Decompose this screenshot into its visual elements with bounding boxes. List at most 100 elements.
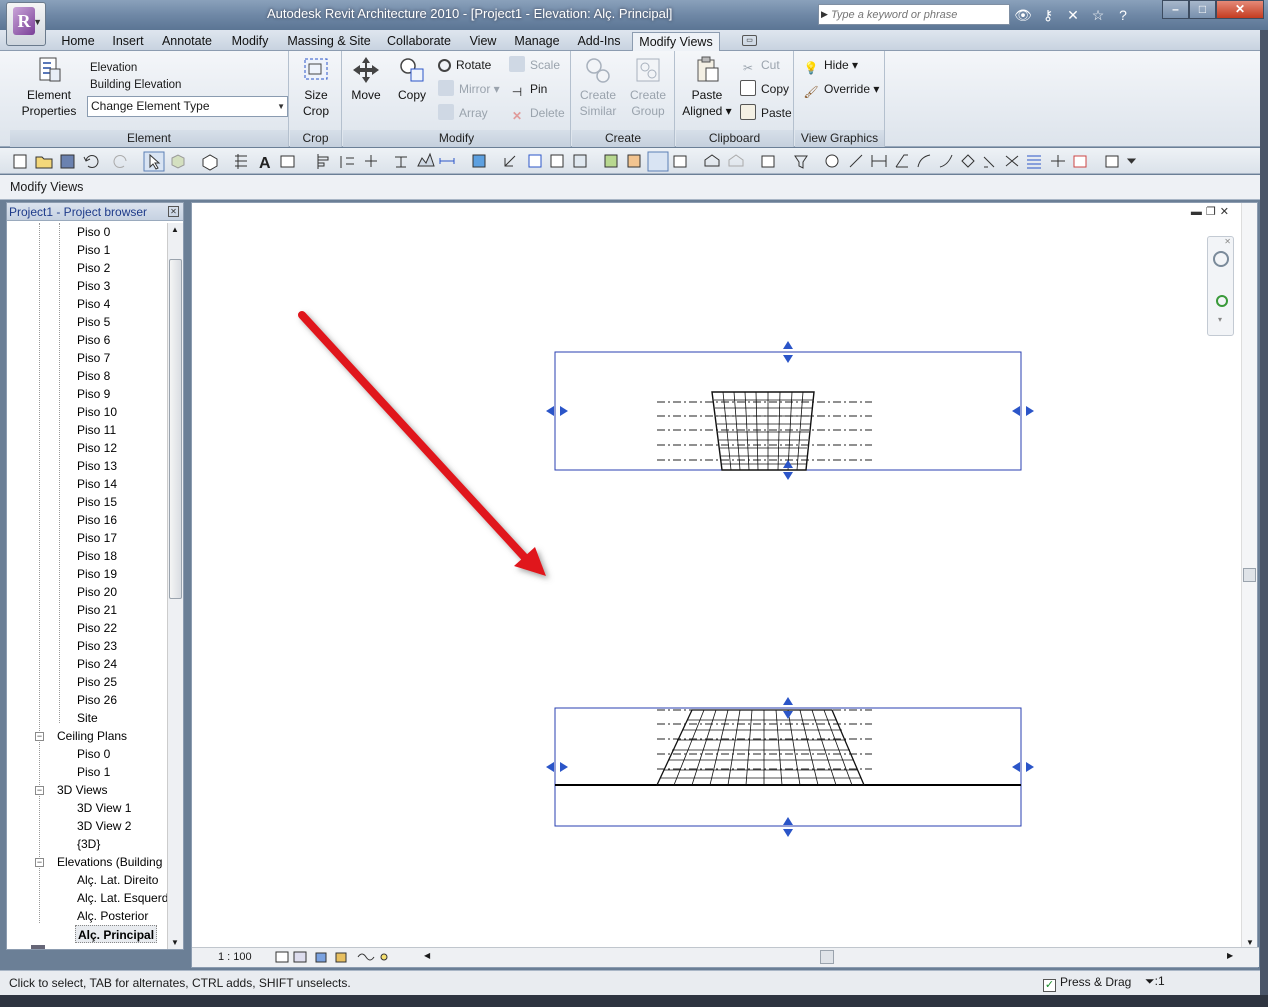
model-graphics-icon[interactable] [293, 951, 307, 963]
favorites-star-icon[interactable]: ☆ [1087, 4, 1109, 26]
rotate-button[interactable]: Rotate [438, 55, 491, 75]
tree-item-floor-plan[interactable]: Piso 20 [77, 583, 117, 601]
delete-button[interactable]: ✕ Delete [509, 103, 565, 123]
tree-item-floor-plan[interactable]: Piso 16 [77, 511, 117, 529]
scroll-up-icon[interactable]: ▲ [171, 225, 179, 234]
scroll-down-icon[interactable]: ▼ [171, 938, 179, 947]
redo-icon[interactable] [113, 155, 127, 168]
hide-button[interactable]: 💡 Hide ▾ [803, 55, 859, 75]
tree-item-floor-plan[interactable]: Piso 22 [77, 619, 117, 637]
tab-annotate[interactable]: Annotate [156, 32, 218, 51]
tree-node-elevations[interactable]: Elevations (Building [57, 853, 162, 871]
canvas-horizontal-scroll-thumb[interactable] [820, 950, 834, 964]
key-icon[interactable]: ⚷ [1037, 4, 1059, 26]
collapse-icon[interactable]: − [35, 858, 44, 867]
zoom-icon[interactable] [1216, 295, 1228, 307]
callout-icon[interactable] [504, 155, 516, 167]
canvas-scroll-thumb[interactable] [1243, 568, 1256, 582]
shadows-icon[interactable] [315, 952, 327, 963]
shading-icon[interactable] [573, 154, 587, 168]
tree-item-ceiling-plan[interactable]: Piso 0 [77, 745, 110, 763]
collapse-icon[interactable]: − [35, 732, 44, 741]
rotate-small-icon[interactable] [961, 154, 975, 168]
change-element-type-dropdown[interactable]: Change Element Type ▼ [87, 96, 288, 117]
tree-item-floor-plan[interactable]: Piso 9 [77, 385, 110, 403]
new-icon[interactable] [13, 154, 27, 169]
visibility-icon[interactable] [627, 154, 641, 168]
tree-item-floor-plan[interactable]: Piso 10 [77, 403, 117, 421]
window-icon[interactable] [1073, 155, 1087, 168]
tree-item-floor-plan[interactable]: Piso 6 [77, 331, 110, 349]
array-button[interactable]: Array [438, 103, 488, 123]
communication-icon[interactable]: ✕ [1062, 4, 1084, 26]
tree-item-elevation[interactable]: Alç. Posterior [77, 907, 148, 925]
temporary-hide-icon[interactable] [357, 953, 375, 961]
tree-item-floor-plan[interactable]: Piso 1 [77, 241, 110, 259]
tree-item-floor-plan[interactable]: Piso 26 [77, 691, 117, 709]
open-icon[interactable] [35, 156, 53, 169]
pin-button[interactable]: ⊣ Pin [509, 79, 548, 99]
tree-item-floor-plan[interactable]: Piso 23 [77, 637, 117, 655]
search-expand-icon[interactable]: ▶ [821, 9, 828, 20]
tab-add-ins[interactable]: Add-Ins [570, 32, 628, 51]
search-input[interactable] [831, 5, 1007, 24]
scroll-down-icon[interactable]: ▼ [1246, 938, 1254, 947]
minimize-button[interactable]: – [1162, 0, 1189, 19]
steering-wheel-icon[interactable] [1213, 251, 1229, 267]
create-group-button[interactable]: Create Group [624, 55, 672, 119]
tab-home[interactable]: Home [55, 32, 101, 51]
tree-item-floor-plan[interactable]: Piso 17 [77, 529, 117, 547]
tree-item-floor-plan[interactable]: Piso 0 [77, 223, 110, 241]
detail-level-icon[interactable] [275, 951, 289, 963]
join-icon[interactable] [1005, 155, 1019, 167]
help-icon[interactable]: ? [1112, 4, 1134, 26]
canvas-vertical-scrollbar[interactable]: ▼ [1241, 203, 1257, 949]
drawing-area[interactable]: ▬❐✕ ✕ ▾ ▼ 1: 100 ◀ ▶ [191, 202, 1259, 968]
tree-item-floor-plan[interactable]: Piso 3 [77, 277, 110, 295]
tab-view[interactable]: View [462, 32, 504, 51]
slope-icon[interactable] [417, 152, 435, 167]
tree-item-elevation[interactable]: Alç. Lat. Esquerd [77, 889, 167, 907]
tree-item-3d-view[interactable]: 3D View 1 [77, 799, 131, 817]
tree-item-elevation-selected[interactable]: Alç. Principal [75, 925, 158, 943]
section-box-icon[interactable] [202, 154, 218, 171]
copy-button[interactable]: Copy [393, 55, 431, 103]
tree-item-floor-plan[interactable]: Piso 11 [77, 421, 116, 439]
arc-icon[interactable] [939, 154, 953, 168]
element-properties-button[interactable]: Element Properties [14, 55, 84, 119]
section-icon[interactable] [472, 154, 486, 168]
tree-item-floor-plan[interactable]: Piso 2 [77, 259, 110, 277]
tree-item-floor-plan[interactable]: Piso 14 [77, 475, 117, 493]
roof-icon[interactable] [704, 154, 720, 167]
size-crop-button[interactable]: Size Crop [296, 55, 336, 119]
roof-disabled-icon[interactable] [728, 154, 744, 167]
tab-modify[interactable]: Modify [224, 32, 276, 51]
filter-icon[interactable] [794, 155, 808, 169]
elevation-view-lower[interactable] [546, 697, 1034, 837]
scroll-right-icon[interactable]: ▶ [1227, 951, 1233, 960]
clipboard-copy-button[interactable]: Copy [740, 79, 789, 99]
cut-line-icon[interactable] [983, 156, 995, 168]
application-menu-button[interactable]: R ▼ [6, 2, 46, 46]
tree-item-floor-plan[interactable]: Piso 21 [77, 601, 117, 619]
crop-view-icon[interactable] [528, 154, 542, 168]
thin-lines-icon[interactable] [550, 154, 564, 168]
view-scale[interactable]: 1 : 100 [218, 951, 252, 963]
tree-item-3d-view[interactable]: {3D} [77, 835, 100, 853]
close-button[interactable]: ✕ [1216, 0, 1264, 19]
view-cube-icon[interactable] [673, 155, 687, 168]
split-icon[interactable] [849, 154, 863, 168]
fillet-icon[interactable] [917, 154, 931, 168]
press-drag-toggle[interactable]: ✓ Press & Drag [1043, 975, 1131, 992]
tree-item-floor-plan[interactable]: Piso 8 [77, 367, 110, 385]
tree-item-floor-plan[interactable]: Piso 5 [77, 313, 110, 331]
spot-elevation-icon[interactable] [395, 156, 407, 168]
no-icon[interactable] [825, 154, 839, 168]
tree-item-floor-plan[interactable]: Piso 13 [77, 457, 117, 475]
tree-item-floor-plan[interactable]: Piso 15 [77, 493, 117, 511]
component-icon[interactable] [761, 155, 775, 168]
tree-item-ceiling-plan[interactable]: Piso 1 [77, 763, 110, 781]
collapse-icon[interactable]: − [35, 786, 44, 795]
align-icon[interactable] [317, 154, 329, 169]
undo-icon[interactable] [83, 155, 99, 168]
